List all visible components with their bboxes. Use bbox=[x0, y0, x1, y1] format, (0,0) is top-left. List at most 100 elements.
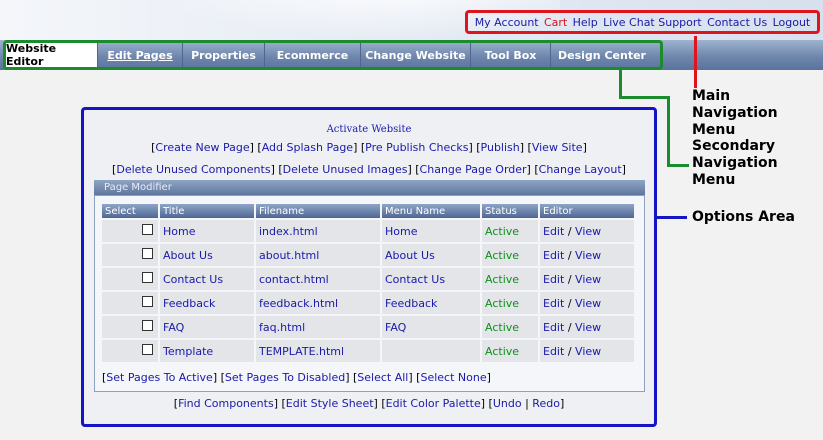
edit-link[interactable]: Edit bbox=[543, 273, 564, 286]
redo-link[interactable]: Redo bbox=[532, 397, 560, 410]
select-cell bbox=[102, 316, 158, 338]
view-link[interactable]: View bbox=[575, 273, 601, 286]
edit-link[interactable]: Edit bbox=[543, 321, 564, 334]
menu-name-link[interactable]: About Us bbox=[385, 249, 435, 262]
edit-color-palette-link[interactable]: Edit Color Palette bbox=[386, 397, 481, 410]
filename-cell: index.html bbox=[256, 220, 380, 242]
select-checkbox[interactable] bbox=[141, 344, 153, 355]
add-splash-page-link[interactable]: Add Splash Page bbox=[262, 141, 353, 154]
editor-cell: Edit / View bbox=[540, 220, 634, 242]
filename-link[interactable]: TEMPLATE.html bbox=[259, 345, 344, 358]
edit-style-sheet-link[interactable]: Edit Style Sheet bbox=[286, 397, 374, 410]
edit-link[interactable]: Edit bbox=[543, 297, 564, 310]
tab-ecommerce[interactable]: Ecommerce bbox=[265, 43, 361, 67]
status-cell: Active bbox=[482, 340, 538, 362]
editor-cell: Edit / View bbox=[540, 244, 634, 266]
secondary-nav-connector-v1 bbox=[619, 70, 622, 98]
menu-name-link[interactable]: Feedback bbox=[385, 297, 437, 310]
pre-publish-checks-link[interactable]: Pre Publish Checks bbox=[365, 141, 468, 154]
view-site-link[interactable]: View Site bbox=[532, 141, 583, 154]
table-row: Feedback feedback.html Feedback Active E… bbox=[102, 292, 634, 314]
tab-properties[interactable]: Properties bbox=[183, 43, 265, 67]
filename-link[interactable]: about.html bbox=[259, 249, 319, 262]
title-cell: FAQ bbox=[160, 316, 254, 338]
view-link[interactable]: View bbox=[575, 297, 601, 310]
status-cell: Active bbox=[482, 220, 538, 242]
nav-contact-us[interactable]: Contact Us bbox=[707, 16, 767, 29]
editor-cell: Edit / View bbox=[540, 316, 634, 338]
table-row: About Us about.html About Us Active Edit… bbox=[102, 244, 634, 266]
options-area: Activate Website [Create New Page] [Add … bbox=[81, 107, 657, 427]
status-cell: Active bbox=[482, 292, 538, 314]
filename-link[interactable]: faq.html bbox=[259, 321, 305, 334]
select-checkbox[interactable] bbox=[141, 248, 153, 259]
title-cell: Contact Us bbox=[160, 268, 254, 290]
select-checkbox[interactable] bbox=[141, 224, 153, 235]
publish-link[interactable]: Publish bbox=[481, 141, 520, 154]
page-title-link[interactable]: About Us bbox=[163, 249, 213, 262]
tab-tool-box[interactable]: Tool Box bbox=[471, 43, 551, 67]
set-pages-disabled-link[interactable]: Set Pages To Disabled bbox=[225, 371, 345, 384]
select-cell bbox=[102, 292, 158, 314]
col-select: Select bbox=[102, 204, 158, 218]
tab-label: Properties bbox=[191, 48, 256, 62]
change-layout-link[interactable]: Change Layout bbox=[539, 163, 622, 176]
view-link[interactable]: View bbox=[575, 225, 601, 238]
page-title-link[interactable]: Feedback bbox=[163, 297, 215, 310]
secondary-nav-connector-v2 bbox=[667, 96, 670, 166]
page-title-link[interactable]: Template bbox=[163, 345, 213, 358]
menu-name-link[interactable]: FAQ bbox=[385, 321, 406, 334]
edit-link[interactable]: Edit bbox=[543, 345, 564, 358]
edit-link[interactable]: Edit bbox=[543, 249, 564, 262]
annotation-secondary-nav: Secondary Navigation Menu bbox=[692, 138, 778, 188]
filename-link[interactable]: index.html bbox=[259, 225, 318, 238]
page-title-link[interactable]: FAQ bbox=[163, 321, 184, 334]
tab-design-center[interactable]: Design Center bbox=[551, 43, 653, 67]
change-page-order-link[interactable]: Change Page Order bbox=[420, 163, 527, 176]
select-checkbox[interactable] bbox=[141, 320, 153, 331]
select-none-link[interactable]: Select None bbox=[420, 371, 486, 384]
nav-logout[interactable]: Logout bbox=[773, 16, 811, 29]
title-cell: Home bbox=[160, 220, 254, 242]
page-title-link[interactable]: Contact Us bbox=[163, 273, 223, 286]
status-cell: Active bbox=[482, 268, 538, 290]
secondary-navigation-menu: Website Editor Edit Pages Properties Eco… bbox=[3, 40, 663, 70]
nav-help[interactable]: Help bbox=[573, 16, 598, 29]
undo-link[interactable]: Undo bbox=[493, 397, 522, 410]
main-navigation-menu: My Account Cart Help Live Chat Support C… bbox=[465, 10, 820, 34]
menu-name-link[interactable]: Home bbox=[385, 225, 417, 238]
select-all-link[interactable]: Select All bbox=[357, 371, 408, 384]
title-cell: Template bbox=[160, 340, 254, 362]
find-components-link[interactable]: Find Components bbox=[178, 397, 274, 410]
menu-name-link[interactable]: Contact Us bbox=[385, 273, 445, 286]
select-cell bbox=[102, 220, 158, 242]
view-link[interactable]: View bbox=[575, 345, 601, 358]
page-title-link[interactable]: Home bbox=[163, 225, 195, 238]
filename-link[interactable]: contact.html bbox=[259, 273, 329, 286]
col-filename: Filename bbox=[256, 204, 380, 218]
filename-cell: TEMPLATE.html bbox=[256, 340, 380, 362]
select-checkbox[interactable] bbox=[141, 272, 153, 283]
menu-name-cell: FAQ bbox=[382, 316, 480, 338]
delete-unused-images-link[interactable]: Delete Unused Images bbox=[283, 163, 408, 176]
menu-name-cell: About Us bbox=[382, 244, 480, 266]
nav-cart[interactable]: Cart bbox=[544, 16, 567, 29]
view-link[interactable]: View bbox=[575, 249, 601, 262]
status-cell: Active bbox=[482, 316, 538, 338]
filename-link[interactable]: feedback.html bbox=[259, 297, 338, 310]
view-link[interactable]: View bbox=[575, 321, 601, 334]
select-checkbox[interactable] bbox=[141, 296, 153, 307]
tab-change-website[interactable]: Change Website bbox=[361, 43, 471, 67]
table-row: Home index.html Home Active Edit / View bbox=[102, 220, 634, 242]
set-pages-active-link[interactable]: Set Pages To Active bbox=[106, 371, 213, 384]
edit-link[interactable]: Edit bbox=[543, 225, 564, 238]
create-new-page-link[interactable]: Create New Page bbox=[155, 141, 249, 154]
tab-edit-pages[interactable]: Edit Pages bbox=[98, 43, 183, 67]
col-status: Status bbox=[482, 204, 538, 218]
nav-live-chat-support[interactable]: Live Chat Support bbox=[603, 16, 702, 29]
table-row: FAQ faq.html FAQ Active Edit / View bbox=[102, 316, 634, 338]
tab-website-editor[interactable]: Website Editor bbox=[6, 42, 98, 68]
delete-unused-components-link[interactable]: Delete Unused Components bbox=[116, 163, 270, 176]
activate-website-link[interactable]: Activate Website bbox=[84, 124, 654, 135]
nav-my-account[interactable]: My Account bbox=[475, 16, 539, 29]
